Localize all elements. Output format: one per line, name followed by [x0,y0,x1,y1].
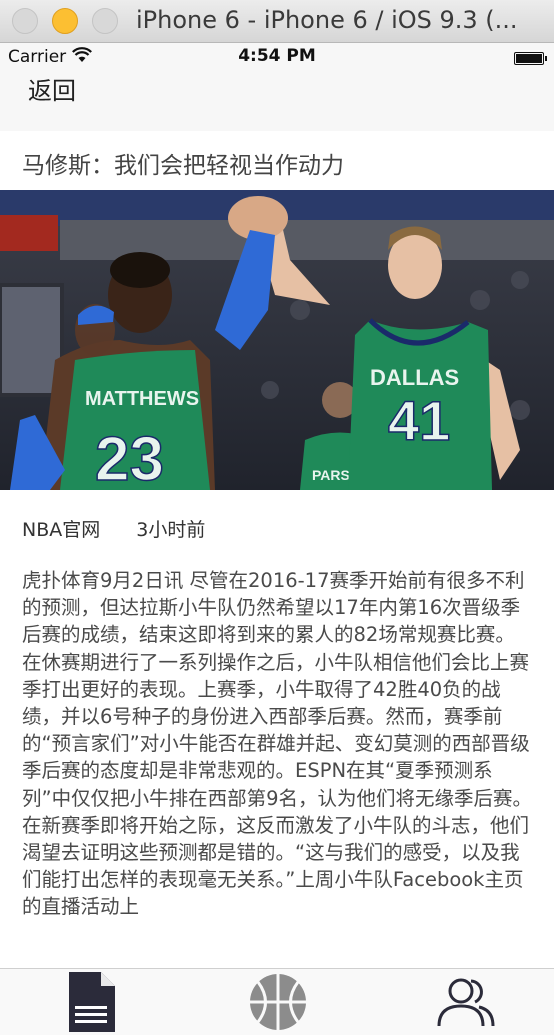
zoom-window-button[interactable] [92,8,118,34]
tab-people[interactable] [426,969,506,1035]
article-headline: 马修斯：我们会把轻视当作动力 [22,153,344,179]
status-bar: Carrier 4:54 PM [0,43,554,71]
close-window-button[interactable] [12,8,38,34]
article-time: 3小时前 [136,519,206,541]
navigation-bar: 返回 [0,71,554,131]
article-body: 虎扑体育9月2日讯 尽管在2016-17赛季开始前有很多不利的预测，但达拉斯小牛… [22,569,533,919]
status-time: 4:54 PM [238,46,316,66]
article-meta: NBA官网 3小时前 [22,515,235,542]
article-source: NBA官网 [22,519,101,541]
jersey-team-name: DALLAS [370,365,459,390]
battery-icon [514,52,547,65]
minimize-window-button[interactable] [52,8,78,34]
basketball-players-image: PARSO DALLAS 41 MATTHEWS 23 [0,190,554,490]
tab-basketball[interactable] [238,969,318,1035]
jersey-number-left: 23 [95,425,164,490]
simulator-title-bar: iPhone 6 - iPhone 6 / iOS 9.3 (... [0,0,554,43]
jersey-number-right: 41 [388,389,450,452]
people-icon [437,978,495,1027]
window-title: iPhone 6 - iPhone 6 / iOS 9.3 (... [136,6,518,34]
jersey-player-name: MATTHEWS [85,388,199,410]
basketball-icon [250,974,306,1030]
tab-news[interactable] [52,969,132,1035]
document-icon [69,972,115,1032]
back-button[interactable]: 返回 [28,71,76,106]
tab-bar [0,968,554,1035]
article-photo: PARSO DALLAS 41 MATTHEWS 23 [0,190,554,490]
